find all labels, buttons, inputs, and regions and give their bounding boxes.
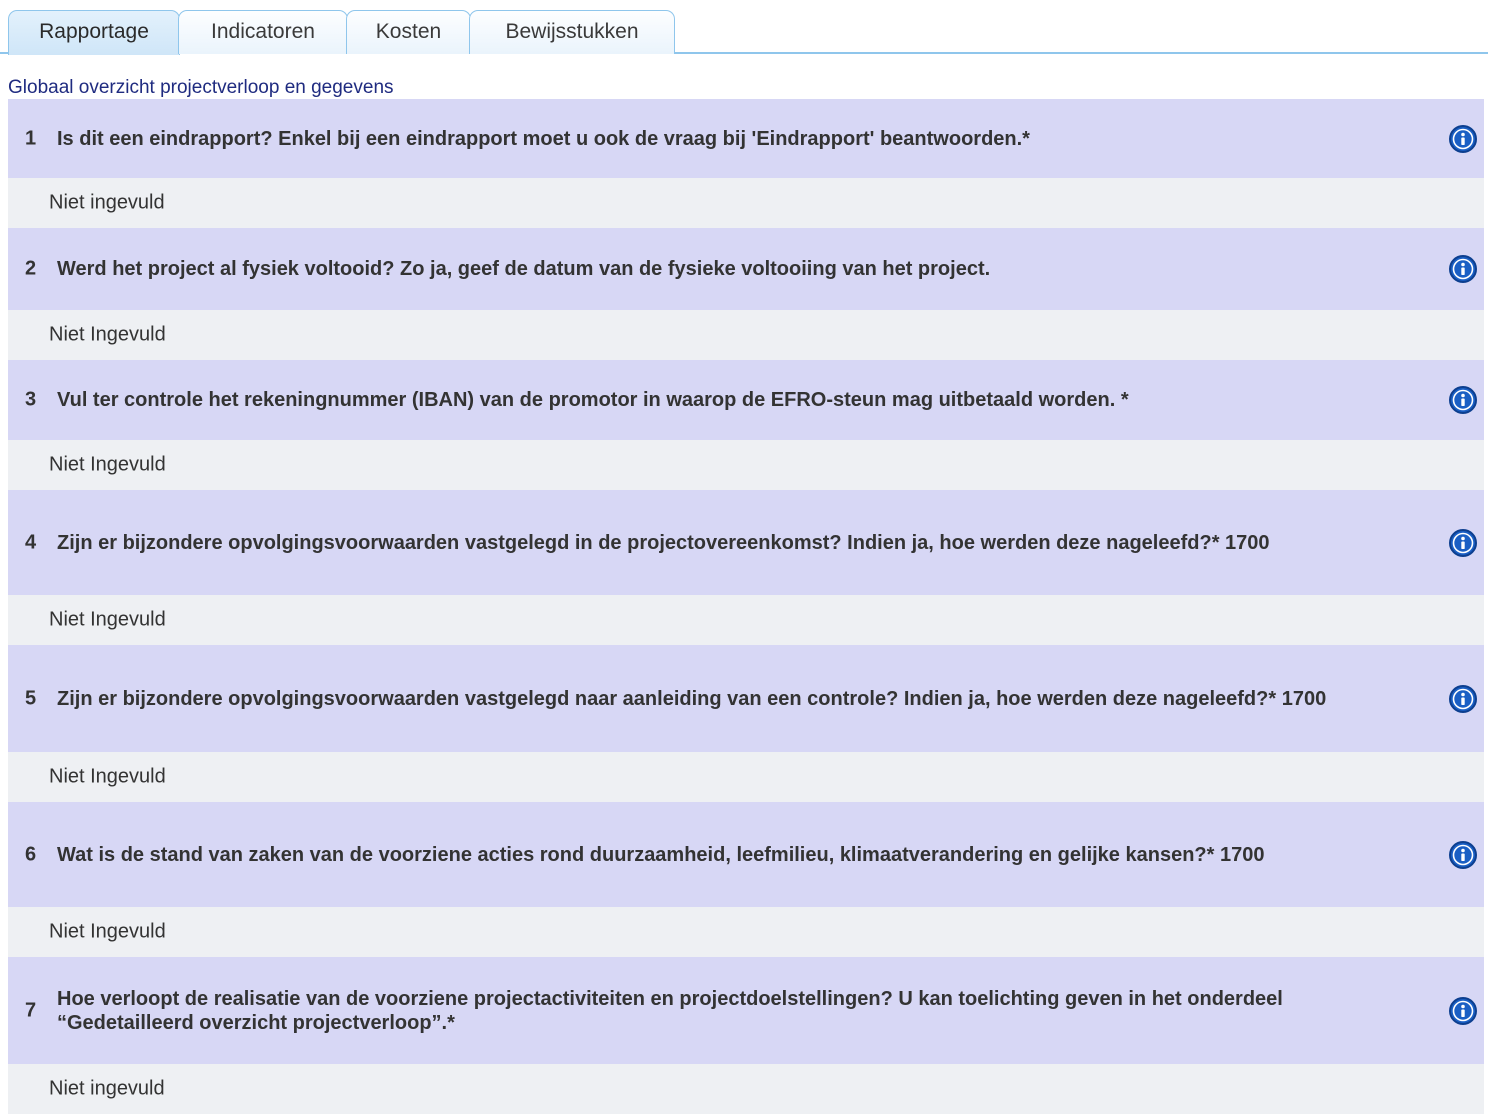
- question-row: 2 Werd het project al fysiek voltooid? Z…: [8, 228, 1484, 310]
- question-text: Zijn er bijzondere opvolgingsvoorwaarden…: [57, 687, 1327, 710]
- question-number: 1: [25, 127, 37, 149]
- question-row: 3 Vul ter controle het rekeningnummer (I…: [8, 360, 1484, 440]
- question-row: 6 Wat is de stand van zaken van de voorz…: [8, 802, 1484, 907]
- tab-indicatoren[interactable]: Indicatoren: [178, 10, 348, 54]
- question-text: Vul ter controle het rekeningnummer (IBA…: [57, 389, 1129, 411]
- info-icon[interactable]: [1448, 254, 1478, 284]
- question-row: 7 Hoe verloopt de realisatie van de voor…: [8, 957, 1484, 1064]
- question-text: Werd het project al fysiek voltooid? Zo …: [57, 258, 991, 280]
- section-title: Globaal overzicht projectverloop en gege…: [8, 77, 394, 98]
- question-row: 4 Zijn er bijzondere opvolgingsvoorwaard…: [8, 490, 1484, 595]
- question-number: 7: [25, 999, 37, 1021]
- info-icon[interactable]: [1448, 124, 1478, 154]
- answer-value: Niet Ingevuld: [49, 323, 166, 346]
- answer-row: Niet Ingevuld: [8, 752, 1484, 802]
- question-number: 6: [25, 843, 37, 865]
- answer-row: Niet ingevuld: [8, 1064, 1484, 1114]
- tab-bar: Rapportage Indicatoren Kosten Bewijsstuk…: [0, 0, 1488, 55]
- answer-row: Niet Ingevuld: [8, 440, 1484, 490]
- question-row: 5 Zijn er bijzondere opvolgingsvoorwaard…: [8, 645, 1484, 752]
- question-text: Hoe verloopt de realisatie van de voorzi…: [57, 987, 1283, 1034]
- question-list: 1 Is dit een eindrapport? Enkel bij een …: [8, 99, 1484, 1114]
- answer-value: Niet Ingevuld: [49, 920, 166, 943]
- question-number: 3: [25, 388, 37, 411]
- info-icon[interactable]: [1448, 385, 1478, 415]
- question-number: 5: [25, 687, 37, 709]
- question-text: Is dit een eindrapport? Enkel bij een ei…: [57, 127, 1030, 150]
- question-number: 2: [25, 257, 37, 280]
- question-text: Zijn er bijzondere opvolgingsvoorwaarden…: [57, 531, 1270, 554]
- answer-row: Niet Ingevuld: [8, 907, 1484, 957]
- answer-value: Niet Ingevuld: [49, 765, 166, 788]
- tab-kosten[interactable]: Kosten: [346, 10, 471, 54]
- question-row: 1 Is dit een eindrapport? Enkel bij een …: [8, 99, 1484, 178]
- answer-value: Niet Ingevuld: [49, 608, 166, 631]
- answer-row: Niet Ingevuld: [8, 310, 1484, 360]
- question-number: 4: [25, 531, 37, 553]
- info-icon[interactable]: [1448, 684, 1478, 714]
- answer-value: Niet ingevuld: [49, 191, 165, 214]
- answer-value: Niet ingevuld: [49, 1077, 165, 1100]
- tab-bewijsstukken[interactable]: Bewijsstukken: [469, 10, 675, 54]
- answer-row: Niet ingevuld: [8, 178, 1484, 228]
- info-icon[interactable]: [1448, 996, 1478, 1026]
- answer-value: Niet Ingevuld: [49, 453, 166, 476]
- info-icon[interactable]: [1448, 840, 1478, 870]
- answer-row: Niet Ingevuld: [8, 595, 1484, 645]
- question-text: Wat is de stand van zaken van de voorzie…: [57, 843, 1265, 866]
- tab-rapportage[interactable]: Rapportage: [8, 10, 180, 55]
- info-icon[interactable]: [1448, 528, 1478, 558]
